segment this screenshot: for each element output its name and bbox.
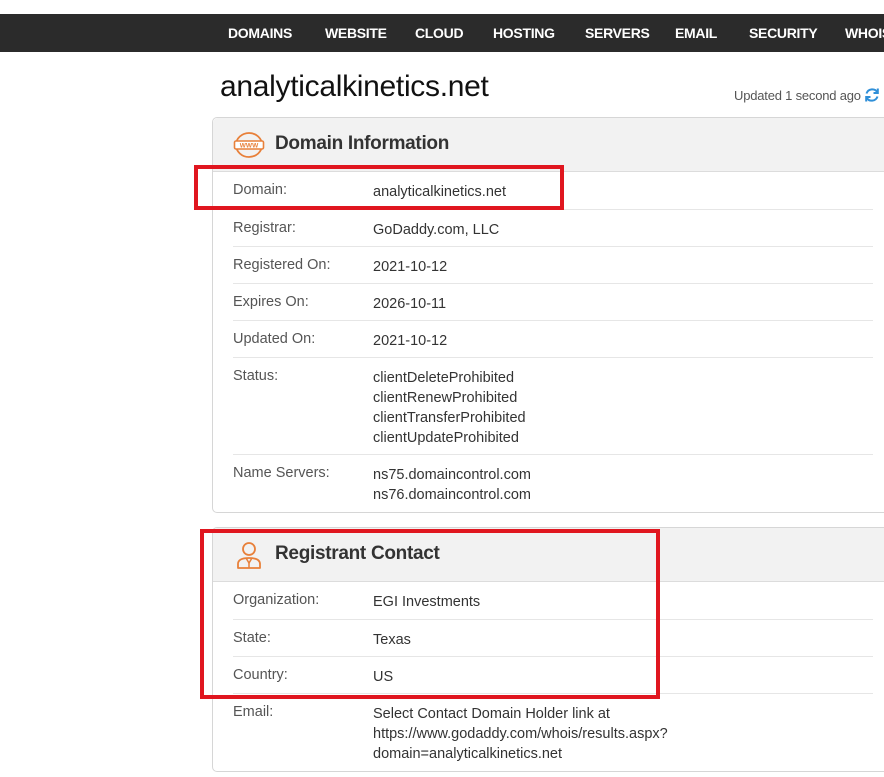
nav-item-website[interactable]: WEBSITE (325, 14, 387, 52)
row-label: Registrar: (233, 220, 296, 236)
value-line: ns75.domaincontrol.com (373, 467, 531, 483)
row-label: Status: (233, 368, 279, 384)
nav-item-whois[interactable]: WHOIS (845, 14, 884, 52)
www-icon: WWW (233, 132, 265, 158)
value-line: Select Contact Domain Holder link at (373, 706, 610, 722)
value-line: https://www.godaddy.com/whois/results.as… (373, 726, 668, 742)
row-label: Updated On: (233, 331, 316, 347)
row-label: Email: (233, 704, 274, 720)
row-label: Name Servers: (233, 465, 330, 481)
registrant-contact-header: Registrant Contact (213, 528, 884, 582)
row-value: 2021-10-12 (373, 257, 447, 277)
row-value: analyticalkinetics.net (373, 182, 506, 202)
row-country: Country: US (233, 656, 873, 694)
row-organization: Organization: EGI Investments (233, 582, 873, 619)
updated-status: Updated 1 second ago (734, 88, 861, 103)
nav-item-hosting[interactable]: HOSTING (493, 14, 555, 52)
value-line: 2021-10-12 (373, 333, 448, 349)
value-line: 2021-10-12 (373, 259, 448, 275)
person-icon (237, 542, 261, 569)
value-line: GoDaddy.com, LLC (373, 222, 500, 238)
row-label: Organization: (233, 592, 320, 608)
row-state: State: Texas (233, 619, 873, 657)
value-line: domain=analyticalkinetics.net (373, 746, 563, 762)
row-registered-on: Registered On: 2021-10-12 (233, 246, 873, 284)
top-nav-bar: DOMAINS WEBSITE CLOUD HOSTING SERVERS EM… (0, 14, 884, 52)
row-expires-on: Expires On: 2026-10-11 (233, 283, 873, 321)
row-value: 2021-10-12 (373, 331, 447, 351)
nav-item-email[interactable]: EMAIL (675, 14, 717, 52)
row-value: Texas (373, 630, 411, 650)
value-line: clientTransferProhibited (373, 410, 526, 426)
row-email: Email: Select Contact Domain Holder link… (233, 693, 873, 770)
nav-item-servers[interactable]: SERVERS (585, 14, 650, 52)
value-line: analyticalkinetics.net (373, 184, 506, 200)
row-registrar: Registrar: GoDaddy.com, LLC (233, 209, 873, 247)
row-value: GoDaddy.com, LLC (373, 220, 499, 240)
svg-text:WWW: WWW (240, 143, 259, 150)
value-line: clientRenewProhibited (373, 390, 518, 406)
value-line: ns76.domaincontrol.com (373, 487, 531, 503)
row-name-servers: Name Servers: ns75.domaincontrol.com ns7… (233, 454, 873, 511)
row-label: Domain: (233, 182, 287, 198)
value-line: 2026-10-11 (373, 296, 447, 312)
domain-information-title: Domain Information (275, 133, 450, 154)
value-line: EGI Investments (373, 594, 481, 610)
domain-information-panel: WWW Domain Information Domain: analytica… (212, 117, 884, 513)
nav-item-cloud[interactable]: CLOUD (415, 14, 464, 52)
row-domain: Domain: analyticalkinetics.net (233, 172, 873, 209)
row-value: clientDeleteProhibited clientRenewProhib… (373, 368, 526, 448)
row-label: Expires On: (233, 294, 309, 310)
row-value: Select Contact Domain Holder link at htt… (373, 704, 668, 764)
value-line: US (373, 669, 394, 685)
row-value: US (373, 667, 393, 687)
value-line: clientUpdateProhibited (373, 430, 519, 446)
value-line: Texas (373, 632, 411, 648)
row-label: Registered On: (233, 257, 331, 273)
row-updated-on: Updated On: 2021-10-12 (233, 320, 873, 358)
value-line: clientDeleteProhibited (373, 370, 515, 386)
refresh-icon[interactable] (863, 86, 881, 104)
row-label: Country: (233, 667, 288, 683)
row-value: EGI Investments (373, 592, 480, 612)
page-title: analyticalkinetics.net (220, 70, 489, 103)
row-value: 2026-10-11 (373, 294, 446, 314)
row-label: State: (233, 630, 271, 646)
row-value: ns75.domaincontrol.com ns76.domaincontro… (373, 465, 531, 505)
registrant-contact-title: Registrant Contact (275, 543, 440, 564)
row-status: Status: clientDeleteProhibited clientRen… (233, 357, 873, 455)
nav-item-security[interactable]: SECURITY (749, 14, 818, 52)
nav-item-domains[interactable]: DOMAINS (228, 14, 292, 52)
domain-information-header: WWW Domain Information (213, 118, 884, 172)
registrant-contact-panel: Registrant Contact Organization: EGI Inv… (212, 527, 884, 772)
